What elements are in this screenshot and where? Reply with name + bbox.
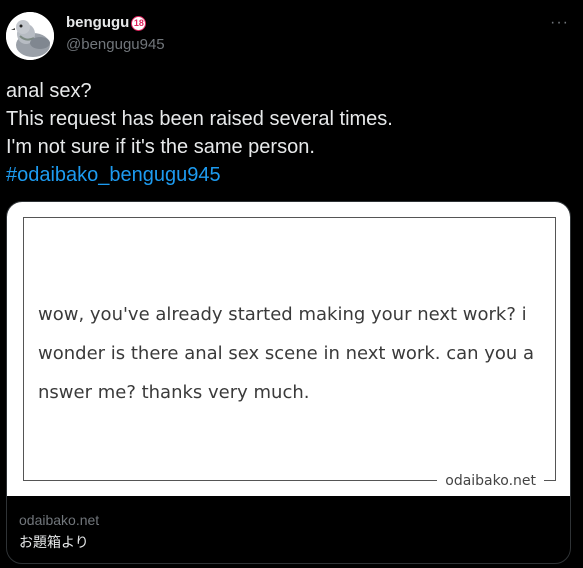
tweet-text-line: This request has been raised several tim… bbox=[6, 108, 393, 130]
author-name-row[interactable]: bengugu 18 bbox=[66, 14, 165, 32]
card-title: お題箱より bbox=[19, 534, 89, 550]
card-domain: odaibako.net bbox=[19, 512, 100, 528]
age-18-badge-icon: 18 bbox=[131, 15, 147, 31]
avatar[interactable] bbox=[6, 12, 54, 60]
hashtag-link[interactable]: #odaibako_bengugu945 bbox=[6, 161, 576, 189]
card-image[interactable]: wow, you've already started making your … bbox=[7, 202, 570, 496]
author-handle[interactable]: @bengugu945 bbox=[66, 36, 165, 54]
card-question-text: wow, you've already started making your … bbox=[38, 295, 538, 412]
card-question-line: wow, you've already started making your … bbox=[38, 304, 527, 325]
pigeon-avatar-icon bbox=[6, 12, 54, 60]
link-card[interactable]: wow, you've already started making your … bbox=[6, 201, 571, 564]
more-options-button[interactable]: ··· bbox=[550, 14, 569, 32]
tweet-text-line: anal sex? bbox=[6, 80, 92, 102]
author-block: bengugu 18 @bengugu945 bbox=[66, 14, 165, 54]
card-question-line: nswer me? thanks very much. bbox=[38, 382, 310, 403]
card-meta[interactable]: odaibako.net お題箱より bbox=[19, 511, 99, 552]
card-question-line: wonder is there anal sex scene in next w… bbox=[38, 343, 535, 364]
tweet-text: anal sex? This request has been raised s… bbox=[6, 77, 576, 189]
card-image-site-label: odaibako.net bbox=[437, 472, 544, 490]
more-horizontal-icon: ··· bbox=[550, 14, 569, 31]
tweet-text-line: I'm not sure if it's the same person. bbox=[6, 136, 315, 158]
author-display-name[interactable]: bengugu bbox=[66, 14, 129, 32]
